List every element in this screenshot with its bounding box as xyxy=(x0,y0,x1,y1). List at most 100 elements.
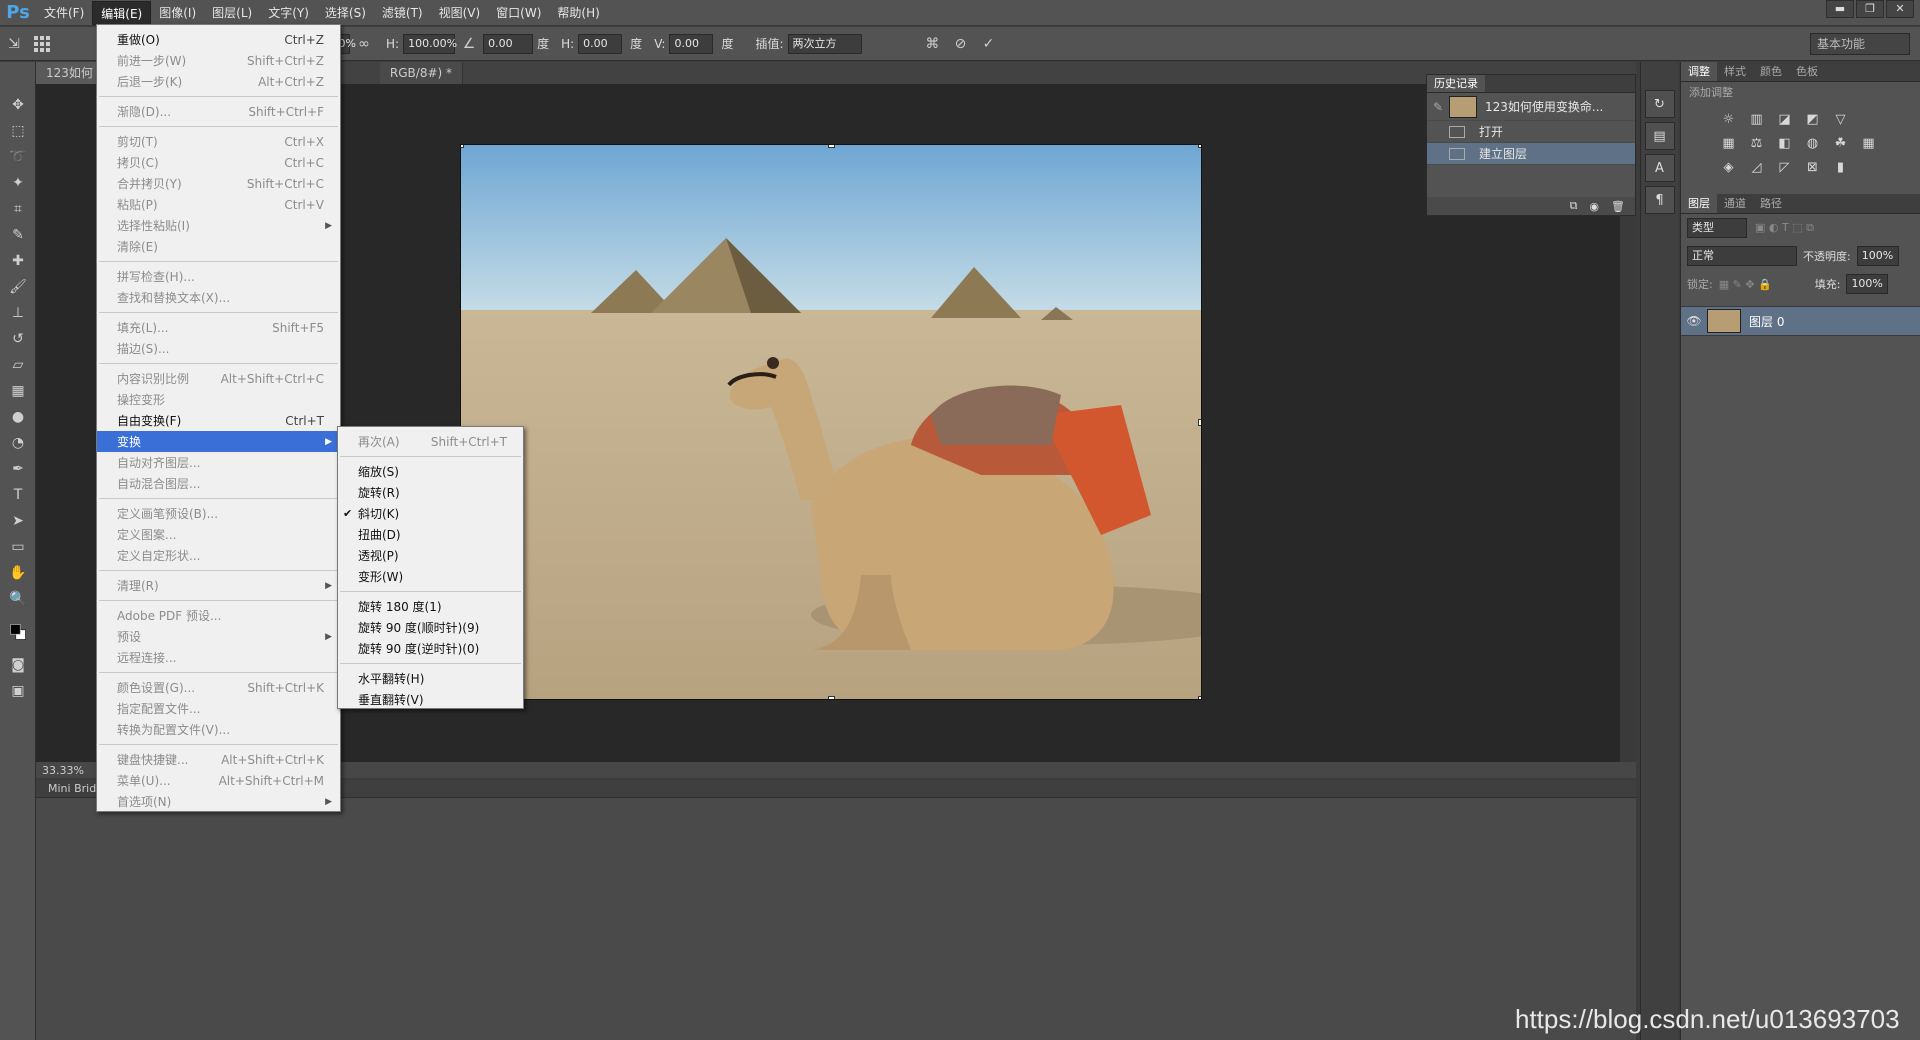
camera-icon[interactable]: ◉ xyxy=(1589,200,1599,213)
layer-row[interactable]: 👁 图层 0 xyxy=(1681,306,1920,336)
edit-menu-item[interactable]: Adobe PDF 预设... xyxy=(97,605,340,626)
menu-3[interactable]: 图层(L) xyxy=(204,1,260,25)
posterize-icon[interactable]: ◿ xyxy=(1746,158,1768,176)
menu-5[interactable]: 选择(S) xyxy=(317,1,374,25)
edit-menu-item[interactable]: 自动对齐图层... xyxy=(97,452,340,473)
layers-tab-2[interactable]: 路径 xyxy=(1753,194,1789,213)
history-snapshot[interactable]: ✎ 123如何使用变换命... xyxy=(1427,93,1635,121)
trash-icon[interactable]: 🗑 xyxy=(1611,200,1625,213)
magic-wand-tool-icon[interactable]: ✦ xyxy=(0,170,36,196)
edit-menu-item[interactable]: 键盘快捷键... Alt+Shift+Ctrl+K xyxy=(97,749,340,770)
hskew-field[interactable]: 0.00 xyxy=(578,33,623,54)
minimize-button[interactable]: ▬ xyxy=(1826,0,1854,18)
dodge-tool-icon[interactable]: ◔ xyxy=(0,430,36,456)
menu-8[interactable]: 窗口(W) xyxy=(488,1,549,25)
fill-field[interactable]: 100% xyxy=(1846,274,1889,294)
transform-menu-item[interactable]: 透视(P) xyxy=(338,545,523,566)
menu-7[interactable]: 视图(V) xyxy=(431,1,489,25)
blur-tool-icon[interactable]: ● xyxy=(0,404,36,430)
transform-menu-item[interactable]: 旋转(R) xyxy=(338,482,523,503)
lock-icons[interactable]: ▦ ✎ ✥ 🔒 xyxy=(1719,278,1809,291)
edit-menu-item[interactable]: 操控变形 xyxy=(97,389,340,410)
move-tool-icon[interactable]: ✥ xyxy=(0,92,36,118)
eyedropper-tool-icon[interactable]: ✎ xyxy=(0,222,36,248)
paragraph-panel-icon[interactable]: ¶ xyxy=(1644,186,1675,214)
edit-menu-item[interactable]: 预设 ▶ xyxy=(97,626,340,647)
levels-icon[interactable]: ▥ xyxy=(1746,110,1768,128)
edit-menu-item[interactable]: 内容识别比例 Alt+Shift+Ctrl+C xyxy=(97,368,340,389)
photo-filter-icon[interactable]: ◍ xyxy=(1802,134,1824,152)
rectangle-tool-icon[interactable]: ▭ xyxy=(0,534,36,560)
edit-menu-item[interactable]: 首选项(N) ▶ xyxy=(97,791,340,812)
channel-mixer-icon[interactable]: ☘ xyxy=(1830,134,1852,152)
adjust-tab-3[interactable]: 色板 xyxy=(1789,62,1825,81)
history-brush-tool-icon[interactable]: ↺ xyxy=(0,326,36,352)
edit-menu-item[interactable]: 定义画笔预设(B)... xyxy=(97,503,340,524)
edit-menu-item[interactable]: 菜单(U)... Alt+Shift+Ctrl+M xyxy=(97,770,340,791)
link-icon[interactable]: ∞ xyxy=(353,33,375,55)
menu-9[interactable]: 帮助(H) xyxy=(549,1,607,25)
screen-mode-icon[interactable]: ▣ xyxy=(0,678,36,704)
history-panel-icon[interactable]: ↻ xyxy=(1644,90,1675,118)
transform-handle-top-right[interactable] xyxy=(1198,145,1201,148)
pen-tool-icon[interactable]: ✒ xyxy=(0,456,36,482)
transform-handle-top-left[interactable] xyxy=(461,145,464,148)
edit-menu-item[interactable]: 转换为配置文件(V)... xyxy=(97,719,340,740)
edit-menu-item[interactable]: 描边(S)... xyxy=(97,338,340,359)
quick-mask-icon[interactable]: ◙ xyxy=(0,652,36,678)
history-step[interactable]: 建立图层 xyxy=(1427,143,1635,165)
edit-menu-item[interactable]: 拷贝(C) Ctrl+C xyxy=(97,152,340,173)
edit-menu-item[interactable]: 变换 ▶ xyxy=(97,431,340,452)
cancel-transform-icon[interactable]: ⊘ xyxy=(950,33,972,55)
history-step[interactable]: 打开 xyxy=(1427,121,1635,143)
menu-2[interactable]: 图像(I) xyxy=(151,1,204,25)
reference-point-icon[interactable] xyxy=(31,33,53,55)
transform-tool-icon[interactable]: ⇲ xyxy=(3,33,25,55)
gradient-tool-icon[interactable]: ▦ xyxy=(0,378,36,404)
transform-menu-item[interactable]: 再次(A) Shift+Ctrl+T xyxy=(338,431,523,452)
opacity-field[interactable]: 100% xyxy=(1856,246,1899,266)
transform-menu-item[interactable]: 旋转 180 度(1) xyxy=(338,596,523,617)
menu-6[interactable]: 滤镜(T) xyxy=(374,1,431,25)
transform-handle-top-middle[interactable] xyxy=(828,145,835,148)
hue-saturation-icon[interactable]: ▦ xyxy=(1718,134,1740,152)
curves-icon[interactable]: ◪ xyxy=(1774,110,1796,128)
edit-menu-item[interactable]: 定义图案... xyxy=(97,524,340,545)
edit-menu-item[interactable]: 合并拷贝(Y) Shift+Ctrl+C xyxy=(97,173,340,194)
document-tab[interactable]: 123如何 xyxy=(36,62,104,84)
gradient-map-icon[interactable]: ▮ xyxy=(1830,158,1852,176)
edit-menu-item[interactable]: 自动混合图层... xyxy=(97,473,340,494)
adjust-tab-1[interactable]: 样式 xyxy=(1717,62,1753,81)
history-tab[interactable]: 历史记录 xyxy=(1427,75,1485,92)
adjust-tab-2[interactable]: 颜色 xyxy=(1753,62,1789,81)
document-tab-mode[interactable]: RGB/8#) * xyxy=(379,62,464,84)
brush-tool-icon[interactable]: 🖌 xyxy=(0,274,36,300)
new-document-icon[interactable]: ⧉ xyxy=(1570,199,1578,213)
height-field[interactable]: 100.00% xyxy=(403,33,457,54)
color-swatches-icon[interactable] xyxy=(0,612,36,652)
interpolation-select[interactable]: 两次立方 xyxy=(787,33,862,54)
transform-handle-bottom-right[interactable] xyxy=(1198,696,1201,699)
transform-menu-item[interactable]: 旋转 90 度(逆时针)(0) xyxy=(338,638,523,659)
edit-menu-item[interactable]: 清除(E) xyxy=(97,236,340,257)
edit-menu-item[interactable]: 后退一步(K) Alt+Ctrl+Z xyxy=(97,71,340,92)
vskew-field[interactable]: 0.00 xyxy=(669,33,714,54)
edit-menu-item[interactable]: 查找和替换文本(X)... xyxy=(97,287,340,308)
transform-menu-item[interactable]: 扭曲(D) xyxy=(338,524,523,545)
black-white-icon[interactable]: ◧ xyxy=(1774,134,1796,152)
selective-color-icon[interactable]: ⊠ xyxy=(1802,158,1824,176)
threshold-icon[interactable]: ◸ xyxy=(1774,158,1796,176)
close-button[interactable]: ✕ xyxy=(1886,0,1914,18)
adjust-tab-0[interactable]: 调整 xyxy=(1681,62,1717,81)
brightness-icon[interactable]: ☼ xyxy=(1718,110,1740,128)
edit-menu-item[interactable]: 填充(L)... Shift+F5 xyxy=(97,317,340,338)
invert-icon[interactable]: ◈ xyxy=(1718,158,1740,176)
edit-menu-item[interactable]: 选择性粘贴(I) ▶ xyxy=(97,215,340,236)
angle-field[interactable]: 0.00 xyxy=(483,33,534,54)
transform-menu-item[interactable]: 旋转 90 度(顺时针)(9) xyxy=(338,617,523,638)
edit-menu-item[interactable]: 前进一步(W) Shift+Ctrl+Z xyxy=(97,50,340,71)
color-lookup-icon[interactable]: ▦ xyxy=(1858,134,1880,152)
workspace-select[interactable]: 基本功能 xyxy=(1810,33,1910,55)
lasso-tool-icon[interactable]: ➰ xyxy=(0,144,36,170)
edit-menu-item[interactable]: 远程连接... xyxy=(97,647,340,668)
